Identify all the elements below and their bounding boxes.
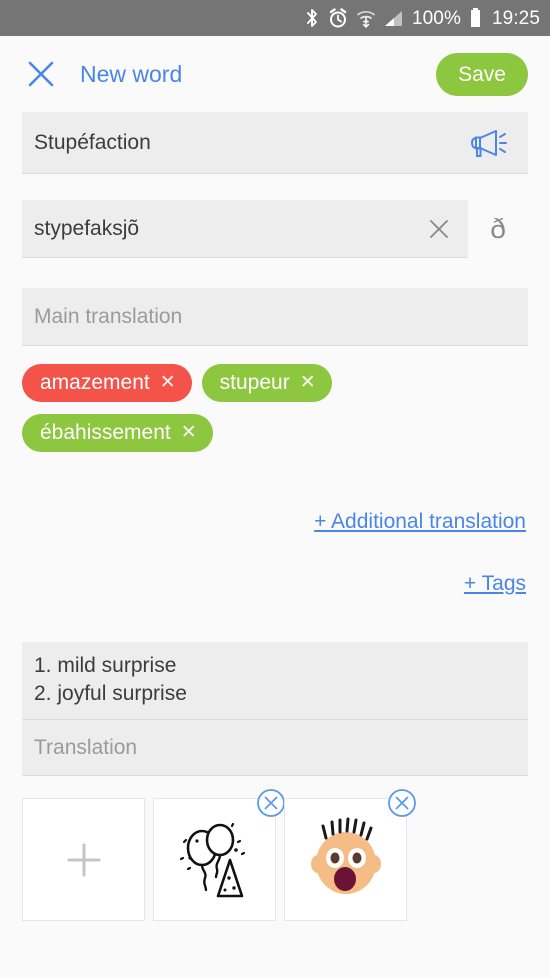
battery-full-icon	[469, 7, 482, 29]
word-field-row: Stupéfaction	[0, 112, 550, 174]
close-icon[interactable]	[24, 57, 58, 91]
notes-field[interactable]: 1. mild surprise 2. joyful surprise	[22, 642, 528, 721]
battery-percent: 100%	[411, 7, 461, 29]
special-char-button[interactable]: ð	[468, 200, 528, 258]
app-bar: New word Save	[0, 36, 550, 112]
remove-image-icon[interactable]	[387, 788, 417, 818]
status-bar: 100% 19:25	[0, 0, 550, 36]
translation-chips: amazement ✕ stupeur ✕ ébahissement ✕	[0, 346, 550, 452]
surprised-face-icon	[310, 817, 381, 894]
chip-amazement[interactable]: amazement ✕	[22, 364, 192, 402]
remove-image-icon[interactable]	[256, 788, 286, 818]
wifi-icon	[356, 7, 376, 29]
chip-label: stupeur	[219, 371, 290, 394]
bluetooth-icon	[304, 7, 320, 29]
image-cards	[0, 776, 550, 922]
signal-bars-icon	[384, 7, 404, 29]
image-card-surprised-face[interactable]	[284, 789, 416, 922]
new-word-form: Stupéfaction stypefaksjõ ð Main translat…	[0, 112, 550, 922]
notes-line-1: 1. mild surprise	[34, 654, 177, 677]
party-balloons-icon	[179, 822, 245, 898]
chip-stupeur[interactable]: stupeur ✕	[201, 364, 332, 402]
form-links: + Additional translation + Tags	[0, 452, 550, 596]
additional-translation-row: + Additional translation	[24, 452, 526, 534]
main-translation-field-row: Main translation	[0, 288, 550, 346]
plus-icon	[67, 843, 100, 877]
chip-remove-icon[interactable]: ✕	[160, 373, 176, 392]
clear-icon[interactable]	[422, 217, 456, 241]
transcription-field-row: stypefaksjõ ð	[0, 200, 550, 258]
image-card-balloons[interactable]	[153, 789, 285, 922]
chip-remove-icon[interactable]: ✕	[300, 373, 316, 392]
translation-field[interactable]: Translation	[22, 720, 528, 777]
megaphone-icon[interactable]	[462, 127, 516, 159]
page-title: New word	[80, 60, 183, 87]
word-field[interactable]: Stupéfaction	[22, 112, 528, 174]
chip-label: amazement	[40, 371, 150, 394]
translation-placeholder: Translation	[34, 735, 138, 759]
clock-time: 19:25	[491, 7, 540, 29]
notes-section: 1. mild surprise 2. joyful surprise Tran…	[0, 642, 550, 777]
transcription-field[interactable]: stypefaksjõ	[22, 200, 468, 258]
save-button[interactable]: Save	[436, 52, 528, 96]
add-additional-translation-link[interactable]: + Additional translation	[314, 510, 526, 534]
word-value: Stupéfaction	[34, 130, 151, 154]
add-image-card[interactable]	[22, 798, 145, 922]
add-tags-link[interactable]: + Tags	[464, 572, 526, 596]
chip-remove-icon[interactable]: ✕	[181, 423, 197, 442]
tags-row: + Tags	[24, 534, 526, 596]
main-translation-field[interactable]: Main translation	[22, 288, 528, 346]
main-translation-placeholder: Main translation	[34, 304, 183, 328]
notes-line-2: 2. joyful surprise	[34, 681, 187, 705]
transcription-value: stypefaksjõ	[34, 216, 140, 240]
alarm-clock-icon	[328, 7, 348, 29]
chip-label: ébahissement	[40, 421, 171, 444]
chip-ebahissement[interactable]: ébahissement ✕	[22, 414, 213, 452]
